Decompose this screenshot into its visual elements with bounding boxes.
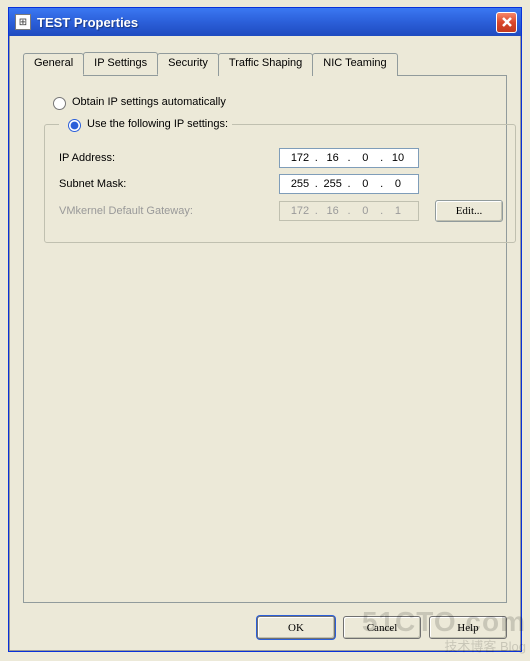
radio-auto-label: Obtain IP settings automatically (72, 96, 226, 108)
tab-security[interactable]: Security (157, 53, 219, 76)
titlebar: ⊞ TEST Properties (9, 8, 521, 36)
mask-oct-2[interactable]: 255 (321, 178, 345, 190)
help-button[interactable]: Help (429, 616, 507, 639)
gateway-row: VMkernel Default Gateway: 172 . 16 . 0 .… (59, 200, 503, 222)
gw-oct-2: 16 (321, 205, 345, 217)
radio-auto-row[interactable]: Obtain IP settings automatically (48, 94, 492, 110)
radio-manual-row[interactable]: Use the following IP settings: (59, 116, 232, 132)
tab-traffic-shaping[interactable]: Traffic Shaping (218, 53, 313, 76)
radio-manual-label: Use the following IP settings: (87, 118, 228, 130)
subnet-mask-input[interactable]: 255 . 255 . 0 . 0 (279, 174, 419, 194)
radio-manual[interactable] (68, 119, 81, 132)
gw-oct-1: 172 (288, 205, 312, 217)
ip-oct-2[interactable]: 16 (321, 152, 345, 164)
tab-general[interactable]: General (23, 53, 84, 76)
ip-oct-4[interactable]: 10 (386, 152, 410, 164)
tab-nic-teaming[interactable]: NIC Teaming (312, 53, 397, 76)
ip-oct-3[interactable]: 0 (353, 152, 377, 164)
ip-address-row: IP Address: 172 . 16 . 0 . 10 (59, 148, 503, 168)
close-button[interactable] (496, 12, 517, 33)
mask-oct-1[interactable]: 255 (288, 178, 312, 190)
gw-oct-4: 1 (386, 205, 410, 217)
window-title: TEST Properties (37, 15, 496, 30)
manual-settings-group: Use the following IP settings: IP Addres… (44, 116, 516, 243)
mask-oct-4[interactable]: 0 (386, 178, 410, 190)
ip-address-input[interactable]: 172 . 16 . 0 . 10 (279, 148, 419, 168)
ip-oct-1[interactable]: 172 (288, 152, 312, 164)
tabs-row: General IP Settings Security Traffic Sha… (23, 52, 507, 75)
ip-address-label: IP Address: (59, 152, 279, 164)
ok-button[interactable]: OK (257, 616, 335, 639)
close-icon (502, 17, 512, 27)
gateway-label: VMkernel Default Gateway: (59, 205, 279, 217)
cancel-button[interactable]: Cancel (343, 616, 421, 639)
tab-panel-ip-settings: Obtain IP settings automatically Use the… (23, 75, 507, 603)
gateway-input: 172 . 16 . 0 . 1 (279, 201, 419, 221)
tab-ip-settings[interactable]: IP Settings (83, 52, 158, 75)
dialog-buttons: OK Cancel Help (13, 616, 517, 639)
subnet-mask-row: Subnet Mask: 255 . 255 . 0 . 0 (59, 174, 503, 194)
subnet-mask-label: Subnet Mask: (59, 178, 279, 190)
properties-dialog: ⊞ TEST Properties General IP Settings Se… (8, 7, 522, 652)
mask-oct-3[interactable]: 0 (353, 178, 377, 190)
edit-gateway-button[interactable]: Edit... (435, 200, 503, 222)
app-icon: ⊞ (15, 14, 31, 30)
gw-oct-3: 0 (353, 205, 377, 217)
radio-auto[interactable] (53, 97, 66, 110)
client-area: General IP Settings Security Traffic Sha… (13, 40, 517, 647)
